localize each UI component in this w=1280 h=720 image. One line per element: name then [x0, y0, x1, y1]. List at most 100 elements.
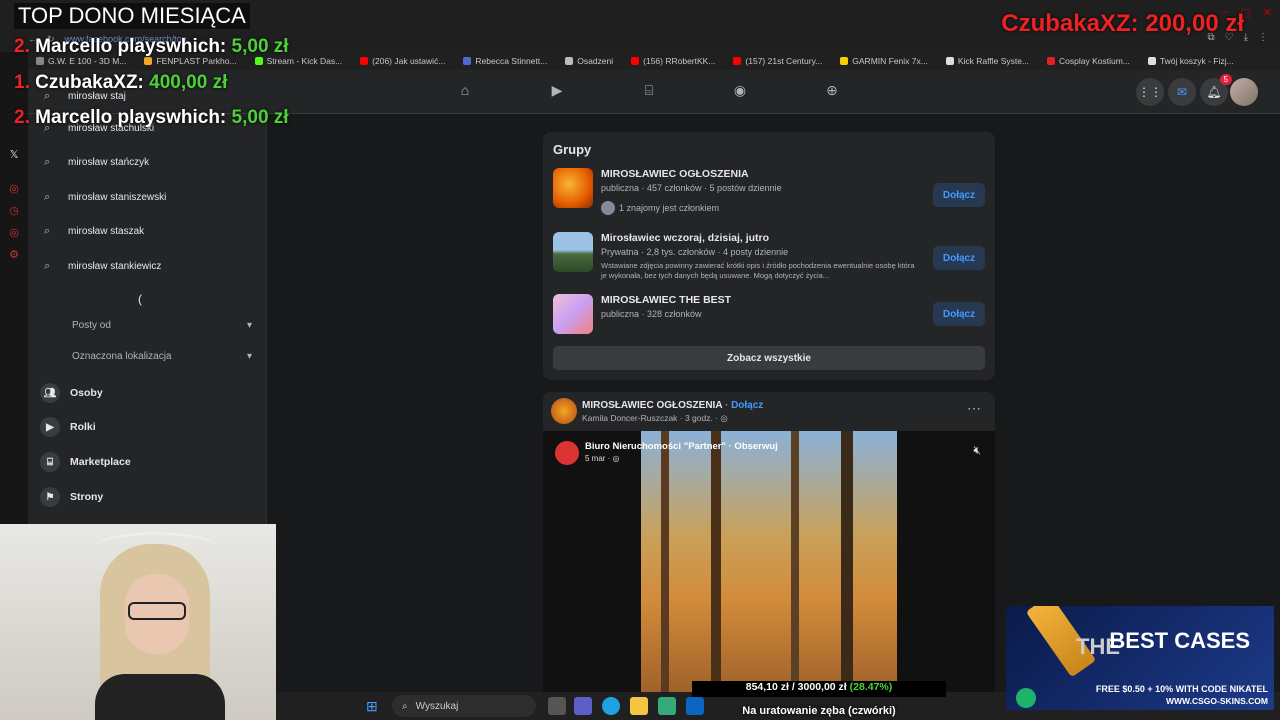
category-marketplace[interactable]: ⌸ Marketplace [40, 450, 131, 474]
video-player[interactable]: Biuro Nieruchomości "Partner" · Obserwuj… [543, 431, 995, 692]
close-icon[interactable]: ✕ [1263, 6, 1272, 19]
top-donations-title: TOP DONO MIESIĄCA [14, 3, 250, 29]
video-icon[interactable]: ▶ [547, 82, 567, 102]
groups-icon[interactable]: ◉ [730, 82, 750, 102]
taskbar-search-placeholder: Wyszukaj [415, 700, 459, 712]
filter-posts-from[interactable]: Posty od ▾ [72, 320, 252, 331]
video-frame [641, 431, 897, 692]
category-reels[interactable]: ▶ Rolki [40, 415, 96, 439]
apps-menu-icon[interactable]: ⋮⋮ [1136, 78, 1164, 106]
bookmark-item[interactable]: Osadzeni [565, 56, 613, 66]
profile-avatar[interactable] [1230, 78, 1258, 106]
more-options-icon[interactable]: ⋯ [967, 400, 981, 417]
group-result[interactable]: MIROSŁAWIEC THE BEST publiczna · 328 czł… [553, 294, 985, 336]
bookmark-item[interactable]: Twój koszyk - Fizj... [1147, 56, 1234, 66]
teams-icon[interactable] [574, 697, 592, 715]
join-button[interactable]: Dołącz [933, 302, 985, 326]
search-icon: ⌕ [44, 259, 51, 272]
store-icon[interactable] [658, 697, 676, 715]
suggestion-label: mirosław stankiewicz [68, 260, 162, 272]
bookmark-item[interactable]: Cosplay Kostium... [1047, 56, 1130, 66]
taskbar-search[interactable]: ⌕ Wyszukaj [392, 695, 536, 717]
group-thumbnail [553, 294, 593, 334]
bookmark-label: (206) Jak ustawić... [372, 56, 446, 66]
x-icon[interactable]: 𝕏 [7, 148, 21, 162]
side-history-icon[interactable]: ◷ [7, 204, 21, 218]
menu-icon[interactable]: ⋮ [1258, 32, 1268, 43]
bookmark-item[interactable]: (157) 21st Century... [733, 56, 822, 66]
bookmark-favicon-icon [254, 57, 263, 65]
goal-percent: (28.47%) [849, 681, 893, 693]
mute-icon[interactable]: 🔇︎ [973, 443, 981, 458]
gaming-icon[interactable]: ⊕ [822, 82, 842, 102]
bookmark-favicon-icon [733, 57, 742, 65]
filter-tagged-location[interactable]: Oznaczona lokalizacja ▾ [72, 351, 252, 362]
post-join-link[interactable]: · Dołącz [725, 400, 763, 411]
search-suggestion[interactable]: ⌕ mirosław staniszewski [44, 187, 166, 207]
bookmark-item[interactable]: (206) Jak ustawić... [360, 56, 445, 66]
file-explorer-icon[interactable] [630, 697, 648, 715]
download-icon[interactable]: ⤓ [1244, 32, 1248, 43]
search-suggestion[interactable]: ⌕ mirosław stańczyk [44, 152, 149, 172]
side-app-icon[interactable]: ◎ [7, 182, 21, 196]
donation-amount: 5,00 zł [231, 107, 289, 128]
bookmark-item[interactable]: Kick Raffle Syste... [945, 56, 1030, 66]
donation-entry: 2. Marcello playswhich: 5,00 zł [14, 36, 289, 58]
marketplace-icon[interactable]: ⌸ [639, 82, 659, 102]
group-thumbnail [553, 168, 593, 208]
bookmark-favicon-icon [463, 57, 472, 65]
bookmark-favicon-icon [840, 57, 849, 65]
group-meta: Prywatna · 2,8 tys. członków · 4 posty d… [601, 247, 789, 257]
latest-donation: CzubakaXZ: 200,00 zł [1001, 10, 1244, 37]
messenger-icon[interactable]: ✉ [1168, 78, 1196, 106]
windows-start-icon[interactable]: ⊞ [366, 698, 382, 714]
group-meta: publiczna · 457 członków · 5 postów dzie… [601, 183, 782, 193]
donation-rank: 2. [14, 36, 30, 57]
task-view-icon[interactable] [548, 697, 566, 715]
bookmark-label: Twój koszyk - Fizj... [1159, 56, 1234, 66]
glasses [128, 602, 186, 620]
search-icon: ⌕ [402, 700, 408, 712]
suggestion-label: mirosław stańczyk [68, 156, 150, 168]
edge-icon[interactable] [602, 697, 620, 715]
loading-spinner: ( [138, 292, 142, 306]
group-result[interactable]: Mirosławiec wczoraj, dzisiaj, jutro Pryw… [553, 232, 985, 284]
bookmark-item[interactable]: Rebecca Stinnett... [463, 56, 547, 66]
see-all-button[interactable]: Zobacz wszystkie [553, 346, 985, 370]
video-author[interactable]: Biuro Nieruchomości "Partner" · Obserwuj [585, 441, 778, 452]
bookmark-favicon-icon [565, 57, 574, 65]
group-avatar[interactable] [551, 398, 577, 424]
search-suggestion[interactable]: ⌕ mirosław staszak [44, 221, 144, 241]
side-app-icon[interactable]: ◎ [7, 226, 21, 240]
ad-site: WWW.CSGO-SKINS.COM [1166, 696, 1268, 706]
category-people[interactable]: 👥︎ Osoby [40, 381, 103, 405]
category-label: Marketplace [70, 456, 131, 468]
bookmark-label: Kick Raffle Syste... [957, 56, 1030, 66]
bookmark-label: Rebecca Stinnett... [475, 56, 548, 66]
join-button[interactable]: Dołącz [933, 246, 985, 270]
join-button[interactable]: Dołącz [933, 183, 985, 207]
bookmark-favicon-icon [945, 57, 954, 65]
category-label: Rolki [70, 421, 96, 433]
group-name[interactable]: MIROSŁAWIEC OGŁOSZENIA [601, 168, 749, 180]
group-name[interactable]: MIROSŁAWIEC THE BEST [601, 294, 731, 306]
home-icon[interactable]: ⌂ [455, 82, 475, 102]
donation-goal: 854,10 zł / 3000,00 zł (28.47%) [692, 681, 946, 697]
category-label: Strony [70, 491, 104, 503]
search-suggestion[interactable]: ⌕ mirosław stankiewicz [44, 256, 161, 276]
notifications-icon[interactable]: 🔔︎ 5 [1200, 74, 1232, 106]
post-group-name[interactable]: MIROSŁAWIEC OGŁOSZENIA [582, 400, 722, 411]
bookmark-item[interactable]: (156) RRobertKK... [631, 56, 715, 66]
bookmark-item[interactable]: GARMIN Fenix 7x... [840, 56, 928, 66]
group-result[interactable]: MIROSŁAWIEC OGŁOSZENIA publiczna · 457 c… [553, 168, 985, 220]
group-name[interactable]: Mirosławiec wczoraj, dzisiaj, jutro [601, 232, 769, 244]
post-card: MIROSŁAWIEC OGŁOSZENIA · Dołącz Kamila D… [543, 392, 995, 692]
category-pages[interactable]: ⚑ Strony [40, 485, 103, 509]
side-settings-icon[interactable]: ⚙ [7, 248, 21, 262]
notification-badge: 5 [1219, 74, 1232, 85]
groups-title: Grupy [553, 142, 592, 157]
people-icon: 👥︎ [40, 383, 60, 403]
donation-amount: 5,00 zł [231, 36, 289, 57]
post-meta: Kamila Doncer-Ruszczak · 3 godz. · ◎ [582, 413, 728, 423]
video-author-avatar[interactable] [555, 441, 579, 465]
